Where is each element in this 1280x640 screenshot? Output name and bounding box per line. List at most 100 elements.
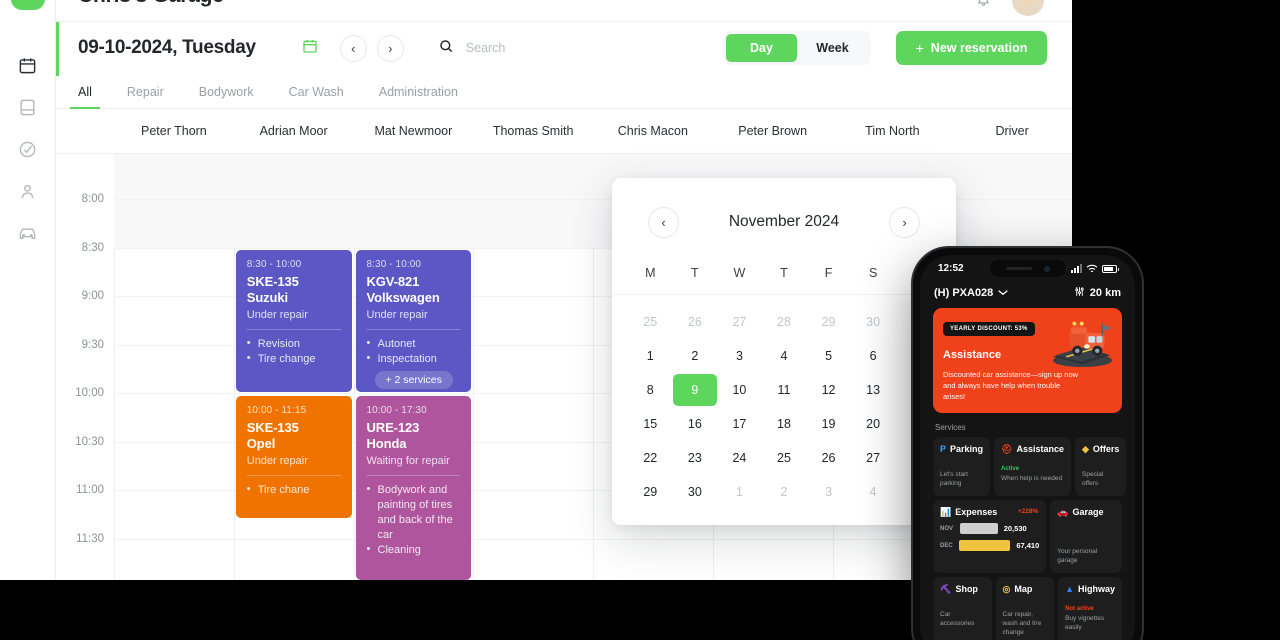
service-tile-parking[interactable]: P Parking Let's start parking [933, 437, 991, 496]
car-distance-label: 20 km [1089, 287, 1121, 299]
phone-mockup: 12:52 (H) PXA028 20 km YEARLY DISCOUNT: … [911, 246, 1144, 640]
date-picker-prev-month[interactable]: ‹ [648, 206, 679, 238]
date-picker-day[interactable]: 25 [762, 442, 807, 474]
calendar-event-card[interactable]: 8:30 - 10:00 KGV-821 Volkswagen Under repai… [355, 250, 472, 392]
date-picker-day[interactable]: 3 [717, 340, 762, 372]
tab-day[interactable]: Day [726, 34, 797, 62]
weekday-label: T [691, 266, 699, 280]
date-picker-day[interactable]: 5 [806, 340, 851, 372]
date-picker-day[interactable]: 2 [673, 340, 718, 372]
avatar[interactable] [1012, 0, 1044, 16]
service-tile-map[interactable]: ◎ Map Car repair, wash and tire change [995, 577, 1055, 640]
date-picker-day[interactable]: 22 [628, 442, 673, 474]
date-picker-day[interactable]: 15 [628, 408, 673, 440]
event-divider [366, 329, 461, 330]
date-picker-day[interactable]: 4 [762, 340, 807, 372]
date-picker-day[interactable]: 12 [806, 374, 851, 406]
date-picker-day[interactable]: 1 [717, 476, 762, 508]
weekday-label: M [645, 266, 656, 280]
service-tile-offers[interactable]: ◆ Offers Special offers [1075, 437, 1127, 496]
service-tile-assistance[interactable]: ⛑ Assistance Active When help is needed [994, 437, 1071, 496]
event-time: 8:30 - 10:00 [246, 259, 302, 270]
phone-car-selector[interactable]: (H) PXA028 20 km [920, 282, 1135, 308]
service-tile-desc: Car repair, wash and tire change [1002, 611, 1042, 636]
filter-tab-bodywork[interactable]: Bodywork [199, 85, 254, 108]
date-picker-day[interactable]: 18 [762, 408, 807, 440]
date-picker-day-selected[interactable]: 9 [672, 374, 718, 406]
filter-tab-administration[interactable]: Administration [379, 85, 458, 108]
date-picker-day[interactable]: 27 [851, 442, 896, 474]
time-gutter-spacer [56, 109, 114, 153]
date-picker-day[interactable]: 10 [717, 374, 762, 406]
date-picker-day[interactable]: 8 [628, 374, 673, 406]
event-more-services-chip[interactable]: + 2 services [374, 371, 453, 389]
expenses-delta: +228% [1017, 508, 1039, 515]
staff-header-row: Peter Thorn Adrian Moor Mat Newmoor Thomas … [56, 109, 1072, 154]
search-input[interactable] [465, 41, 646, 55]
date-picker-day[interactable]: 4 [851, 476, 896, 508]
tab-week[interactable]: Week [797, 34, 868, 62]
date-picker-day[interactable]: 26 [806, 442, 851, 474]
filter-tab-repair[interactable]: Repair [127, 85, 164, 108]
time-label: 10:00 [75, 387, 104, 399]
expenses-card[interactable]: 📊 Expenses +228% NOV 20,530 DEC 67,410 [933, 500, 1047, 573]
date-picker-day[interactable]: 16 [673, 408, 718, 440]
date-picker-day[interactable]: 27 [717, 306, 762, 338]
sidebar-item-book[interactable] [0, 86, 56, 128]
calendar-event-card[interactable]: 10:00 - 17:30 URE-123 Honda Waiting for rep… [355, 396, 472, 580]
wifi-icon [1086, 264, 1098, 272]
calendar-event-card[interactable]: 10:00 - 11:15 SKE-135Opel Under repair Tire… [235, 396, 352, 518]
staff-column-header: Driver [995, 124, 1029, 138]
service-tile-shop[interactable]: ⛏ Shop Car accessories [933, 577, 992, 640]
prev-day-button[interactable]: ‹ [339, 34, 367, 62]
sidebar [0, 0, 56, 580]
service-tile-highway[interactable]: ▲ Highway Not active Buy vignettes easily [1058, 577, 1122, 640]
date-picker-day[interactable]: 28 [762, 306, 807, 338]
date-picker-day[interactable]: 1 [628, 340, 673, 372]
next-day-button[interactable]: › [376, 34, 404, 62]
current-date-label: 09-10-2024, Tuesday [78, 37, 256, 58]
weekday-label: F [824, 266, 833, 280]
date-picker-day[interactable]: 19 [806, 408, 851, 440]
bell-icon[interactable] [976, 0, 991, 12]
chevron-down-icon [998, 287, 1008, 299]
expense-bar [960, 523, 998, 534]
date-picker-day[interactable]: 30 [673, 476, 718, 508]
date-picker-day[interactable]: 3 [806, 476, 851, 508]
date-picker-day[interactable]: 17 [717, 408, 762, 440]
service-tile-title: Map [1014, 584, 1033, 594]
date-picker-day[interactable]: 24 [717, 442, 762, 474]
date-picker-day[interactable]: 29 [628, 476, 673, 508]
date-picker-day[interactable]: 11 [762, 374, 807, 406]
date-picker-day[interactable]: 2 [762, 476, 807, 508]
event-service-item: Tire chane [247, 482, 341, 498]
calendar-picker-button[interactable] [300, 38, 320, 58]
sidebar-item-calendar[interactable] [0, 44, 56, 86]
event-time: 10:00 - 17:30 [366, 405, 427, 416]
assistance-promo-card[interactable]: YEARLY DISCOUNT: 53% Assistance Discount… [933, 308, 1122, 413]
sidebar-item-vehicles[interactable] [0, 212, 56, 254]
map-icon: ◎ [1002, 583, 1011, 594]
date-picker-day[interactable]: 13 [851, 374, 896, 406]
date-picker-day[interactable]: 23 [673, 442, 718, 474]
date-picker-day[interactable]: 20 [851, 408, 896, 440]
car-plate-label: (H) PXA028 [934, 287, 994, 299]
event-service-list: RevisionTire change [247, 336, 341, 367]
filter-tab-all[interactable]: All [70, 85, 100, 109]
staff-column-header: Chris Macon [617, 124, 688, 138]
date-picker-day[interactable]: 25 [628, 306, 673, 338]
date-picker-day[interactable]: 30 [851, 306, 896, 338]
filter-tab-car-wash[interactable]: Car Wash [289, 85, 344, 108]
app-logo[interactable] [10, 0, 45, 10]
calendar-event-card[interactable]: 8:30 - 10:00 SKE-135Suzuki Under repair Rev… [235, 250, 352, 392]
date-picker-day[interactable]: 26 [673, 306, 718, 338]
check-circle-icon [18, 140, 37, 159]
garage-card[interactable]: 🚗 Garage Your personal garage [1050, 500, 1122, 573]
sidebar-item-clients[interactable] [0, 170, 56, 212]
date-picker-day[interactable]: 29 [806, 306, 851, 338]
event-service-item: Autonet [367, 336, 461, 352]
new-reservation-button[interactable]: + New reservation [896, 31, 1047, 65]
sidebar-item-tasks[interactable] [0, 128, 56, 170]
date-picker-next-month[interactable]: › [888, 206, 920, 238]
date-picker-day[interactable]: 6 [851, 340, 896, 372]
